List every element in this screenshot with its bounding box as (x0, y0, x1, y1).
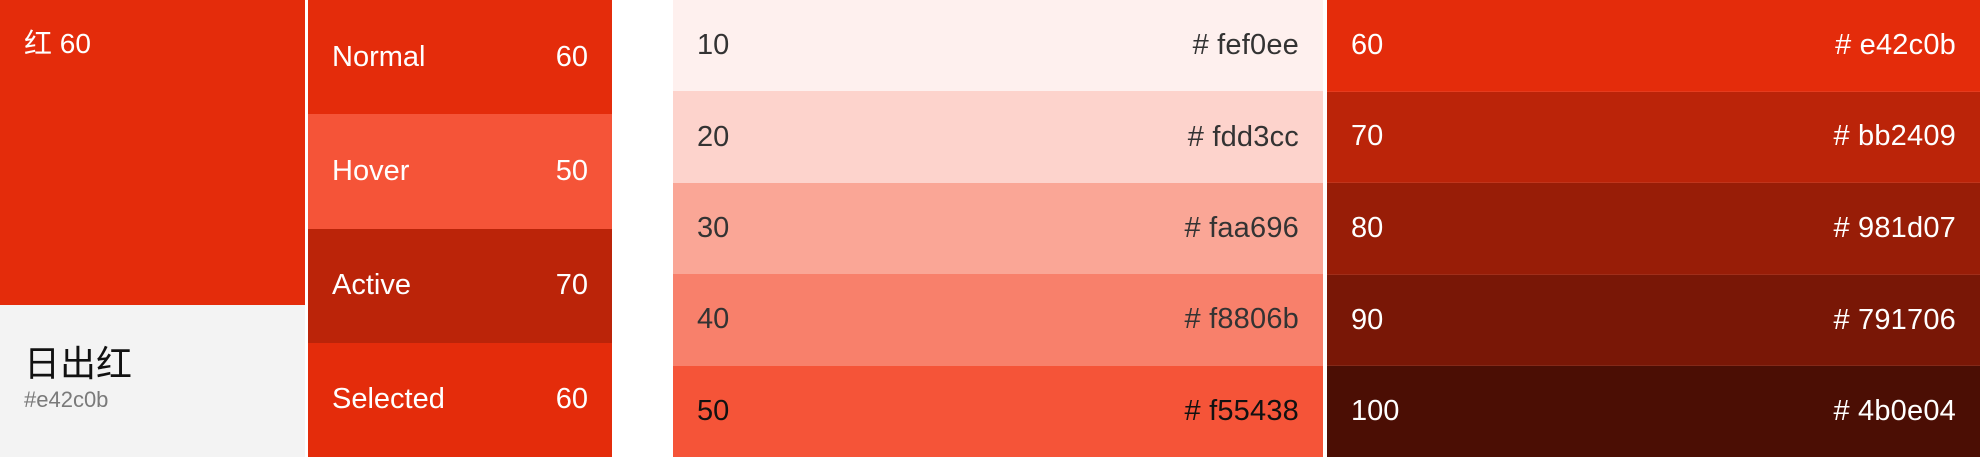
primary-color-name: 日出红 (24, 344, 133, 385)
primary-swatch-card: 红 60 日出红 #e42c0b (0, 0, 305, 457)
scale-step: 10 (697, 29, 730, 62)
primary-swatch: 红 60 (0, 0, 305, 305)
scale-step: 70 (1351, 120, 1384, 153)
scale-hex: # fdd3cc (1187, 120, 1299, 153)
scale-step: 60 (1351, 28, 1384, 61)
scale-hex: # f8806b (1184, 303, 1299, 336)
scale-row-60: 60 # e42c0b (1327, 0, 1980, 92)
state-label: Normal (332, 40, 426, 73)
light-color-scale: 10 # fef0ee 20 # fdd3cc 30 # faa696 40 #… (673, 0, 1325, 457)
scale-row-30: 30 # faa696 (673, 182, 1323, 275)
state-label: Selected (332, 383, 445, 416)
scale-hex: # faa696 (1184, 212, 1299, 245)
scale-step: 80 (1351, 211, 1384, 244)
scale-step: 100 (1351, 395, 1400, 428)
scale-hex: # 4b0e04 (1833, 395, 1956, 428)
state-row-normal: Normal 60 (308, 0, 612, 115)
scale-row-80: 80 # 981d07 (1327, 183, 1980, 275)
primary-swatch-info: 日出红 #e42c0b (0, 305, 305, 457)
state-value: 60 (555, 383, 588, 416)
state-color-list: Normal 60 Hover 50 Active 70 Selected 60 (308, 0, 612, 457)
scale-hex: # fef0ee (1192, 29, 1299, 62)
state-value: 70 (555, 269, 588, 302)
scale-hex: # e42c0b (1835, 28, 1956, 61)
primary-swatch-tag: 红 60 (24, 28, 91, 59)
scale-row-90: 90 # 791706 (1327, 274, 1980, 367)
scale-row-40: 40 # f8806b (673, 274, 1323, 366)
state-label: Hover (332, 154, 410, 187)
scale-row-20: 20 # fdd3cc (673, 91, 1323, 183)
scale-hex: # bb2409 (1833, 120, 1956, 153)
state-row-hover: Hover 50 (308, 114, 612, 229)
scale-row-10: 10 # fef0ee (673, 0, 1323, 92)
state-row-selected: Selected 60 (308, 342, 612, 457)
scale-step: 50 (697, 394, 730, 427)
scale-hex: # 981d07 (1833, 211, 1956, 244)
state-value: 50 (555, 154, 588, 187)
scale-row-100: 100 # 4b0e04 (1327, 366, 1980, 457)
dark-color-scale: 60 # e42c0b 70 # bb2409 80 # 981d07 90 #… (1327, 0, 1980, 457)
scale-hex: # f55438 (1184, 394, 1299, 427)
scale-row-50: 50 # f55438 (673, 365, 1323, 457)
state-row-active: Active 70 (308, 228, 612, 343)
scale-hex: # 791706 (1833, 303, 1956, 336)
color-palette-card: 红 60 日出红 #e42c0b Normal 60 Hover 50 Acti… (0, 0, 1980, 457)
scale-step: 20 (697, 120, 730, 153)
scale-row-70: 70 # bb2409 (1327, 91, 1980, 184)
state-label: Active (332, 269, 411, 302)
state-value: 60 (555, 40, 588, 73)
scale-step: 40 (697, 303, 730, 336)
primary-color-hex: #e42c0b (24, 387, 109, 412)
scale-step: 90 (1351, 303, 1384, 336)
scale-step: 30 (697, 212, 730, 245)
